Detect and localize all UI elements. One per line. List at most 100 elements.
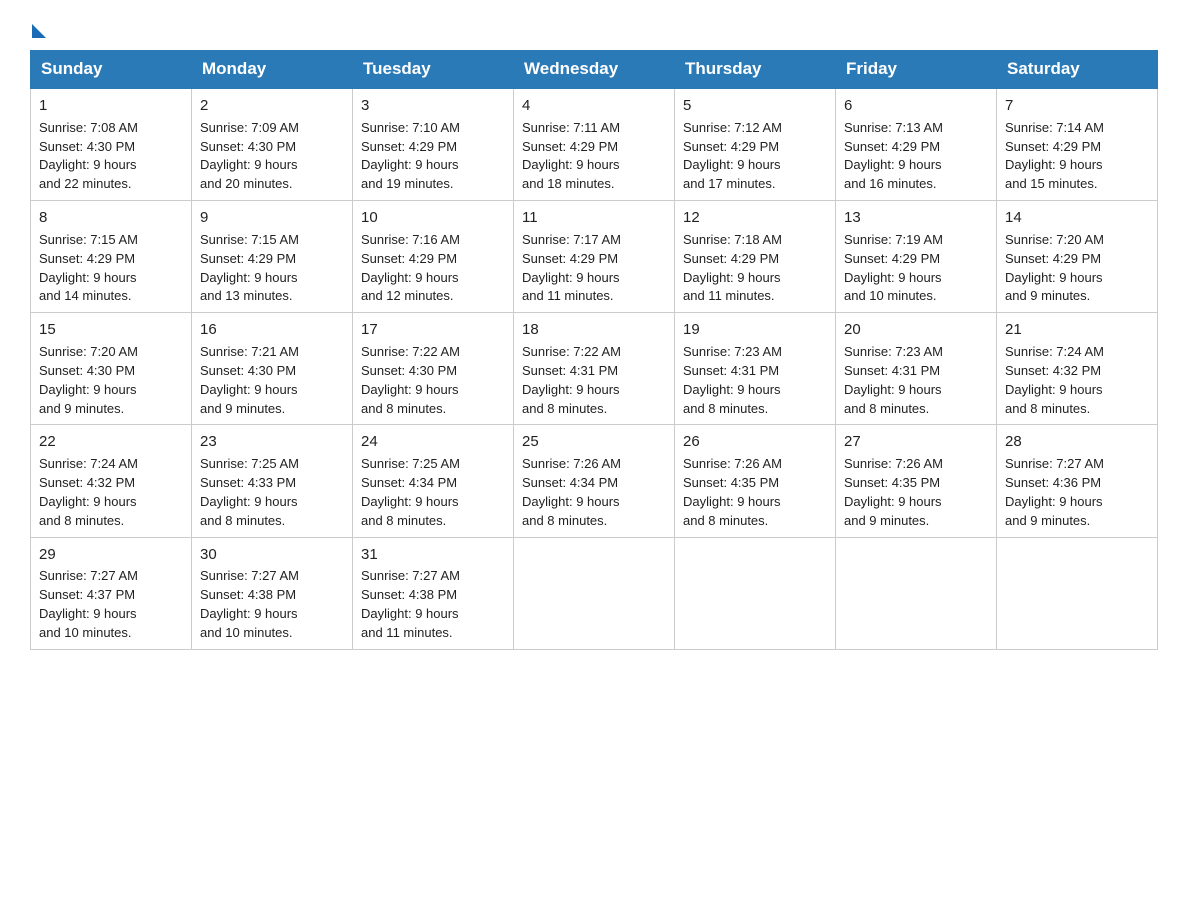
day-info: Sunrise: 7:21 AM Sunset: 4:30 PM Dayligh… [200, 343, 344, 418]
calendar-cell: 14 Sunrise: 7:20 AM Sunset: 4:29 PM Dayl… [997, 201, 1158, 313]
weekday-header-wednesday: Wednesday [514, 51, 675, 89]
day-info: Sunrise: 7:26 AM Sunset: 4:34 PM Dayligh… [522, 455, 666, 530]
calendar-cell: 5 Sunrise: 7:12 AM Sunset: 4:29 PM Dayli… [675, 88, 836, 201]
day-number: 31 [361, 544, 505, 566]
day-number: 9 [200, 207, 344, 229]
weekday-header-row: SundayMondayTuesdayWednesdayThursdayFrid… [31, 51, 1158, 89]
day-info: Sunrise: 7:26 AM Sunset: 4:35 PM Dayligh… [844, 455, 988, 530]
calendar-cell: 23 Sunrise: 7:25 AM Sunset: 4:33 PM Dayl… [192, 425, 353, 537]
calendar-week-row: 29 Sunrise: 7:27 AM Sunset: 4:37 PM Dayl… [31, 537, 1158, 649]
day-number: 14 [1005, 207, 1149, 229]
day-number: 3 [361, 95, 505, 117]
calendar-cell: 29 Sunrise: 7:27 AM Sunset: 4:37 PM Dayl… [31, 537, 192, 649]
calendar-cell: 24 Sunrise: 7:25 AM Sunset: 4:34 PM Dayl… [353, 425, 514, 537]
calendar-cell: 16 Sunrise: 7:21 AM Sunset: 4:30 PM Dayl… [192, 313, 353, 425]
weekday-header-monday: Monday [192, 51, 353, 89]
page-header [30, 20, 1158, 30]
calendar-cell: 4 Sunrise: 7:11 AM Sunset: 4:29 PM Dayli… [514, 88, 675, 201]
day-info: Sunrise: 7:23 AM Sunset: 4:31 PM Dayligh… [844, 343, 988, 418]
calendar-cell: 3 Sunrise: 7:10 AM Sunset: 4:29 PM Dayli… [353, 88, 514, 201]
day-info: Sunrise: 7:24 AM Sunset: 4:32 PM Dayligh… [1005, 343, 1149, 418]
day-info: Sunrise: 7:27 AM Sunset: 4:36 PM Dayligh… [1005, 455, 1149, 530]
day-info: Sunrise: 7:25 AM Sunset: 4:33 PM Dayligh… [200, 455, 344, 530]
calendar-week-row: 22 Sunrise: 7:24 AM Sunset: 4:32 PM Dayl… [31, 425, 1158, 537]
weekday-header-friday: Friday [836, 51, 997, 89]
logo-arrow-icon [32, 24, 46, 38]
calendar-cell [675, 537, 836, 649]
day-number: 26 [683, 431, 827, 453]
calendar-cell: 30 Sunrise: 7:27 AM Sunset: 4:38 PM Dayl… [192, 537, 353, 649]
calendar-cell: 21 Sunrise: 7:24 AM Sunset: 4:32 PM Dayl… [997, 313, 1158, 425]
calendar-table: SundayMondayTuesdayWednesdayThursdayFrid… [30, 50, 1158, 650]
day-number: 25 [522, 431, 666, 453]
day-info: Sunrise: 7:17 AM Sunset: 4:29 PM Dayligh… [522, 231, 666, 306]
weekday-header-sunday: Sunday [31, 51, 192, 89]
day-number: 16 [200, 319, 344, 341]
day-number: 24 [361, 431, 505, 453]
day-number: 20 [844, 319, 988, 341]
day-number: 13 [844, 207, 988, 229]
day-info: Sunrise: 7:24 AM Sunset: 4:32 PM Dayligh… [39, 455, 183, 530]
calendar-cell: 22 Sunrise: 7:24 AM Sunset: 4:32 PM Dayl… [31, 425, 192, 537]
day-number: 15 [39, 319, 183, 341]
day-info: Sunrise: 7:09 AM Sunset: 4:30 PM Dayligh… [200, 119, 344, 194]
day-info: Sunrise: 7:27 AM Sunset: 4:37 PM Dayligh… [39, 567, 183, 642]
calendar-cell: 7 Sunrise: 7:14 AM Sunset: 4:29 PM Dayli… [997, 88, 1158, 201]
calendar-week-row: 1 Sunrise: 7:08 AM Sunset: 4:30 PM Dayli… [31, 88, 1158, 201]
day-info: Sunrise: 7:15 AM Sunset: 4:29 PM Dayligh… [200, 231, 344, 306]
calendar-cell: 1 Sunrise: 7:08 AM Sunset: 4:30 PM Dayli… [31, 88, 192, 201]
calendar-cell: 12 Sunrise: 7:18 AM Sunset: 4:29 PM Dayl… [675, 201, 836, 313]
day-info: Sunrise: 7:25 AM Sunset: 4:34 PM Dayligh… [361, 455, 505, 530]
day-number: 23 [200, 431, 344, 453]
calendar-cell: 19 Sunrise: 7:23 AM Sunset: 4:31 PM Dayl… [675, 313, 836, 425]
day-number: 7 [1005, 95, 1149, 117]
calendar-week-row: 8 Sunrise: 7:15 AM Sunset: 4:29 PM Dayli… [31, 201, 1158, 313]
day-info: Sunrise: 7:26 AM Sunset: 4:35 PM Dayligh… [683, 455, 827, 530]
day-info: Sunrise: 7:12 AM Sunset: 4:29 PM Dayligh… [683, 119, 827, 194]
day-number: 28 [1005, 431, 1149, 453]
day-number: 18 [522, 319, 666, 341]
day-info: Sunrise: 7:16 AM Sunset: 4:29 PM Dayligh… [361, 231, 505, 306]
day-number: 4 [522, 95, 666, 117]
day-number: 11 [522, 207, 666, 229]
calendar-cell: 25 Sunrise: 7:26 AM Sunset: 4:34 PM Dayl… [514, 425, 675, 537]
day-number: 27 [844, 431, 988, 453]
day-number: 10 [361, 207, 505, 229]
calendar-cell [836, 537, 997, 649]
calendar-cell: 10 Sunrise: 7:16 AM Sunset: 4:29 PM Dayl… [353, 201, 514, 313]
day-info: Sunrise: 7:14 AM Sunset: 4:29 PM Dayligh… [1005, 119, 1149, 194]
day-number: 5 [683, 95, 827, 117]
day-info: Sunrise: 7:22 AM Sunset: 4:31 PM Dayligh… [522, 343, 666, 418]
day-info: Sunrise: 7:18 AM Sunset: 4:29 PM Dayligh… [683, 231, 827, 306]
day-info: Sunrise: 7:20 AM Sunset: 4:29 PM Dayligh… [1005, 231, 1149, 306]
day-number: 30 [200, 544, 344, 566]
calendar-cell: 31 Sunrise: 7:27 AM Sunset: 4:38 PM Dayl… [353, 537, 514, 649]
calendar-cell: 27 Sunrise: 7:26 AM Sunset: 4:35 PM Dayl… [836, 425, 997, 537]
day-number: 8 [39, 207, 183, 229]
calendar-cell [514, 537, 675, 649]
day-number: 29 [39, 544, 183, 566]
day-info: Sunrise: 7:19 AM Sunset: 4:29 PM Dayligh… [844, 231, 988, 306]
day-info: Sunrise: 7:22 AM Sunset: 4:30 PM Dayligh… [361, 343, 505, 418]
calendar-cell: 28 Sunrise: 7:27 AM Sunset: 4:36 PM Dayl… [997, 425, 1158, 537]
calendar-cell: 6 Sunrise: 7:13 AM Sunset: 4:29 PM Dayli… [836, 88, 997, 201]
calendar-cell: 13 Sunrise: 7:19 AM Sunset: 4:29 PM Dayl… [836, 201, 997, 313]
weekday-header-saturday: Saturday [997, 51, 1158, 89]
day-number: 1 [39, 95, 183, 117]
day-info: Sunrise: 7:27 AM Sunset: 4:38 PM Dayligh… [361, 567, 505, 642]
calendar-cell: 26 Sunrise: 7:26 AM Sunset: 4:35 PM Dayl… [675, 425, 836, 537]
day-number: 19 [683, 319, 827, 341]
calendar-cell [997, 537, 1158, 649]
day-number: 17 [361, 319, 505, 341]
calendar-week-row: 15 Sunrise: 7:20 AM Sunset: 4:30 PM Dayl… [31, 313, 1158, 425]
day-number: 2 [200, 95, 344, 117]
day-info: Sunrise: 7:10 AM Sunset: 4:29 PM Dayligh… [361, 119, 505, 194]
day-info: Sunrise: 7:20 AM Sunset: 4:30 PM Dayligh… [39, 343, 183, 418]
weekday-header-thursday: Thursday [675, 51, 836, 89]
calendar-cell: 15 Sunrise: 7:20 AM Sunset: 4:30 PM Dayl… [31, 313, 192, 425]
day-info: Sunrise: 7:08 AM Sunset: 4:30 PM Dayligh… [39, 119, 183, 194]
day-number: 12 [683, 207, 827, 229]
calendar-cell: 17 Sunrise: 7:22 AM Sunset: 4:30 PM Dayl… [353, 313, 514, 425]
day-number: 21 [1005, 319, 1149, 341]
calendar-cell: 9 Sunrise: 7:15 AM Sunset: 4:29 PM Dayli… [192, 201, 353, 313]
